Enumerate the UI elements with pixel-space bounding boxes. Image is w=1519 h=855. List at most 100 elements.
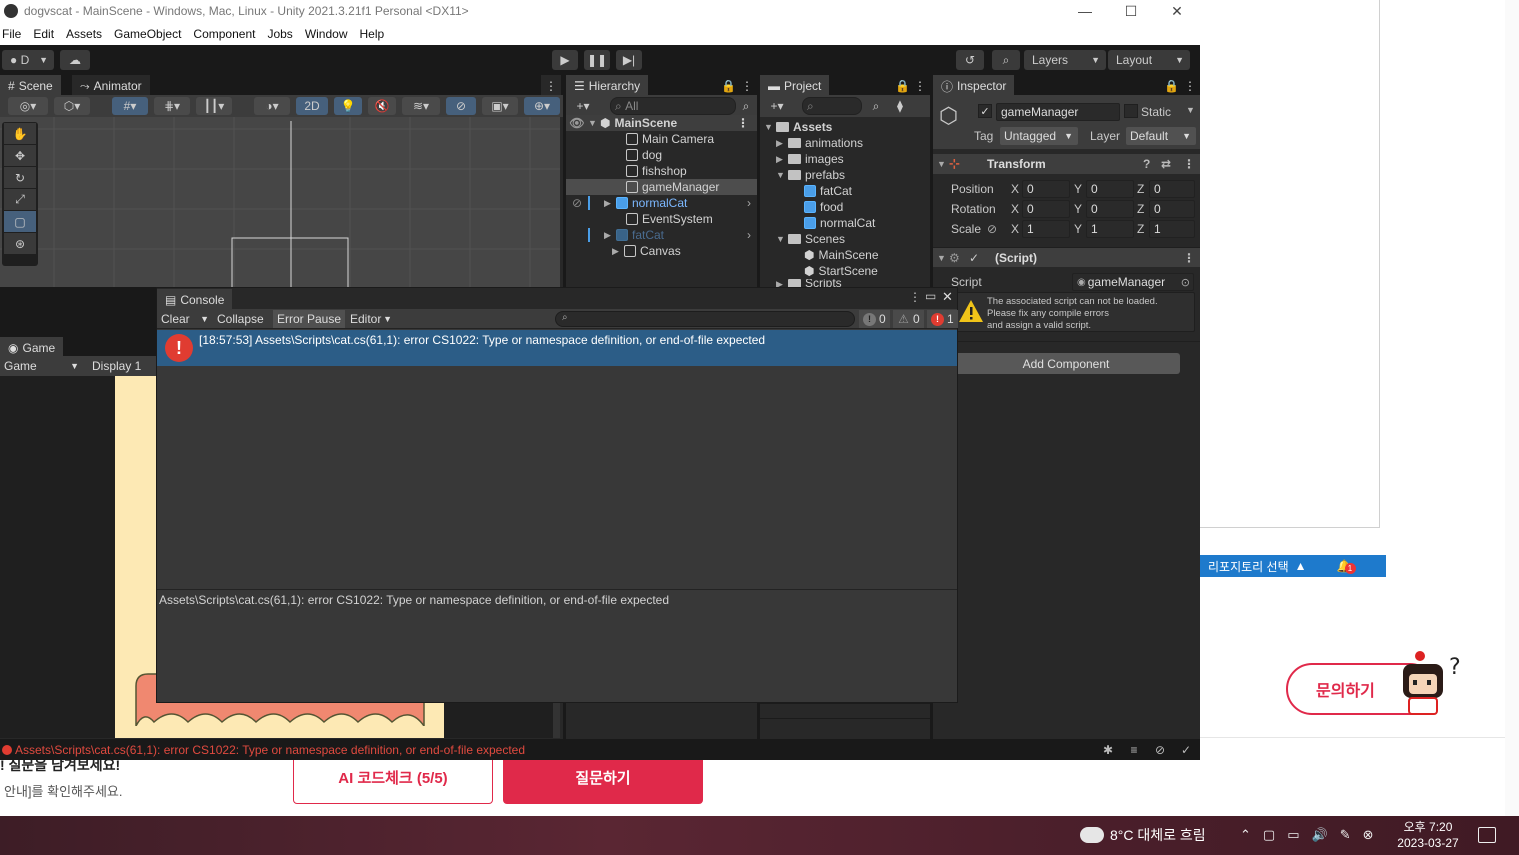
project-asset[interactable]: ⬢ MainScene — [804, 247, 930, 263]
layer-dropdown[interactable]: Default ▼ — [1126, 127, 1196, 145]
project-search-input[interactable]: ⌕ — [802, 97, 862, 115]
hierarchy-item-selected[interactable]: gameManager — [566, 179, 757, 195]
lighting-toggle[interactable]: 💡 — [334, 97, 362, 115]
meet-now-icon[interactable]: ▢ — [1263, 827, 1275, 843]
project-folder[interactable]: ▶ images — [776, 151, 930, 167]
2d-toggle[interactable]: 2D — [296, 97, 328, 115]
project-menu-button[interactable]: ⋮ — [911, 75, 929, 95]
close-button[interactable]: ✕ — [1154, 0, 1200, 22]
layers-dropdown[interactable]: Layers ▼ — [1024, 50, 1106, 70]
position-y-field[interactable]: 0 — [1086, 180, 1134, 198]
add-component-button[interactable]: Add Component — [952, 353, 1180, 374]
transform-header[interactable]: ▼ ⊹ Transform ? ⇄ ⋮ — [933, 154, 1200, 174]
menu-window[interactable]: Window — [303, 27, 354, 41]
display-dropdown[interactable]: Display 1 — [88, 357, 156, 375]
scene-viewport[interactable] — [0, 117, 560, 287]
gizmos-dropdown[interactable]: ⊕▾ — [524, 97, 560, 115]
ime-icon[interactable]: ⊗ — [1363, 827, 1374, 843]
pen-icon[interactable]: ✎ — [1340, 827, 1351, 843]
object-picker-icon[interactable]: ⊙ — [1181, 276, 1190, 289]
chevron-up-icon[interactable]: ⌃ — [1240, 827, 1251, 843]
repo-select-label[interactable]: 리포지토리 선택 — [1208, 558, 1289, 575]
menu-gameobject[interactable]: GameObject — [112, 27, 187, 41]
volume-icon[interactable]: 🔊 — [1312, 827, 1328, 843]
taskbar-clock[interactable]: 오후 7:20 2023-03-27 — [1392, 819, 1464, 851]
account-dropdown[interactable]: ● D ▼ — [2, 50, 54, 70]
active-checkbox[interactable]: ✓ — [978, 104, 992, 118]
hierarchy-search-input[interactable]: ⌕ All — [610, 97, 736, 115]
hierarchy-item[interactable]: ⊘ ▶ normalCat › — [566, 195, 757, 211]
inspector-menu-button[interactable]: ⋮ — [1181, 75, 1199, 95]
console-search-input[interactable]: ⌕ — [555, 311, 855, 327]
history-button[interactable]: ↺ — [956, 50, 984, 70]
menu-assets[interactable]: Assets — [64, 27, 108, 41]
game-mode-dropdown[interactable]: Game ▼ — [0, 357, 84, 375]
transform-tool-button[interactable]: ⊛ — [4, 233, 36, 254]
project-folder[interactable]: ▼ Scenes — [776, 231, 930, 247]
project-asset[interactable]: fatCat — [804, 183, 930, 199]
menu-jobs[interactable]: Jobs — [265, 27, 298, 41]
bell-icon[interactable]: 🔔 1 — [1337, 559, 1356, 574]
hierarchy-item[interactable]: ▶ Canvas — [612, 243, 757, 259]
search-by-label-button[interactable]: ⧫ — [892, 97, 908, 115]
error-count-toggle[interactable]: ! 1 — [927, 310, 958, 328]
shading-dropdown[interactable]: ◑▾ — [254, 97, 290, 115]
cache-server-icon[interactable]: ≡ — [1126, 742, 1142, 758]
network-icon[interactable]: ▭ — [1287, 827, 1299, 843]
info-count-toggle[interactable]: ! 0 — [859, 310, 890, 328]
scale-z-field[interactable]: 1 — [1149, 220, 1195, 238]
tab-scene[interactable]: # Scene — [0, 75, 61, 95]
scale-x-field[interactable]: 1 — [1022, 220, 1070, 238]
project-asset[interactable]: ⬢ StartScene — [804, 263, 930, 279]
project-root-folder[interactable]: ▼ Assets — [764, 119, 930, 135]
project-lock-button[interactable]: 🔒 — [892, 75, 913, 95]
rect-tool-button[interactable]: ▢ — [4, 211, 36, 232]
close-icon[interactable]: ✕ — [942, 289, 953, 305]
chevron-down-icon[interactable]: ▼ — [1186, 105, 1195, 115]
snap-increment-dropdown[interactable]: ⋕▾ — [154, 97, 190, 115]
rotation-x-field[interactable]: 0 — [1022, 200, 1070, 218]
scale-tool-button[interactable]: ⤢ — [4, 189, 36, 210]
maximize-button[interactable]: ☐ — [1108, 0, 1154, 22]
settings-sliders-icon[interactable]: ⇄ — [1161, 157, 1171, 171]
hidden-objects-toggle[interactable]: ⊘ — [446, 97, 476, 115]
console-split-handle[interactable] — [157, 589, 957, 590]
play-button[interactable]: ▶ — [552, 50, 578, 70]
script-object-field[interactable]: ◉ gameManager ⊙ — [1072, 273, 1194, 291]
error-pause-button[interactable]: Error Pause — [273, 310, 346, 328]
rotation-y-field[interactable]: 0 — [1086, 200, 1134, 218]
menu-file[interactable]: File — [0, 27, 27, 41]
position-z-field[interactable]: 0 — [1149, 180, 1195, 198]
enabled-checkbox[interactable]: ✓ — [969, 251, 987, 265]
hierarchy-item[interactable]: Main Camera — [626, 131, 757, 147]
draw-mode-dropdown[interactable]: ◎▾ — [8, 97, 48, 115]
more-vert-icon[interactable]: ⋮ — [1183, 157, 1195, 171]
step-button[interactable]: ▶| — [616, 50, 642, 70]
scale-y-field[interactable]: 1 — [1086, 220, 1134, 238]
tab-game[interactable]: ◉ Game — [0, 337, 64, 357]
menu-help[interactable]: Help — [358, 27, 391, 41]
tab-hierarchy[interactable]: ☰ Hierarchy — [566, 75, 649, 95]
tab-inspector[interactable]: ⓘ Inspector — [933, 75, 1015, 95]
help-icon[interactable]: ? — [1143, 157, 1150, 171]
rotation-z-field[interactable]: 0 — [1149, 200, 1195, 218]
menu-edit[interactable]: Edit — [31, 27, 60, 41]
hierarchy-item[interactable]: ▶ fatCat › — [566, 227, 757, 243]
collapse-button[interactable]: Collapse — [213, 310, 268, 328]
weather-widget[interactable]: 8°C 대체로 흐림 — [1080, 821, 1206, 845]
debug-icon[interactable]: ✱ — [1100, 742, 1116, 758]
project-folder[interactable]: ▶ Scripts — [776, 279, 930, 287]
minimize-button[interactable]: — — [1062, 0, 1108, 22]
effects-dropdown[interactable]: ≋▾ — [402, 97, 440, 115]
project-folder[interactable]: ▼ prefabs — [776, 167, 930, 183]
tab-animator[interactable]: ⤳ Animator — [72, 75, 150, 95]
search-by-type-button[interactable]: ⌕ — [868, 97, 884, 115]
link-icon[interactable]: ⊘ — [987, 222, 997, 236]
editor-dropdown[interactable]: Editor ▼ — [346, 310, 394, 328]
object-name-field[interactable]: gameManager — [996, 103, 1120, 121]
more-vert-icon[interactable]: ⋮ — [909, 290, 921, 304]
scene-menu-button[interactable]: ⋮ — [541, 75, 561, 95]
auto-refresh-icon[interactable]: ⊘ — [1152, 742, 1168, 758]
rotate-tool-button[interactable]: ↻ — [4, 167, 36, 188]
cloud-button[interactable]: ☁ — [60, 50, 90, 70]
